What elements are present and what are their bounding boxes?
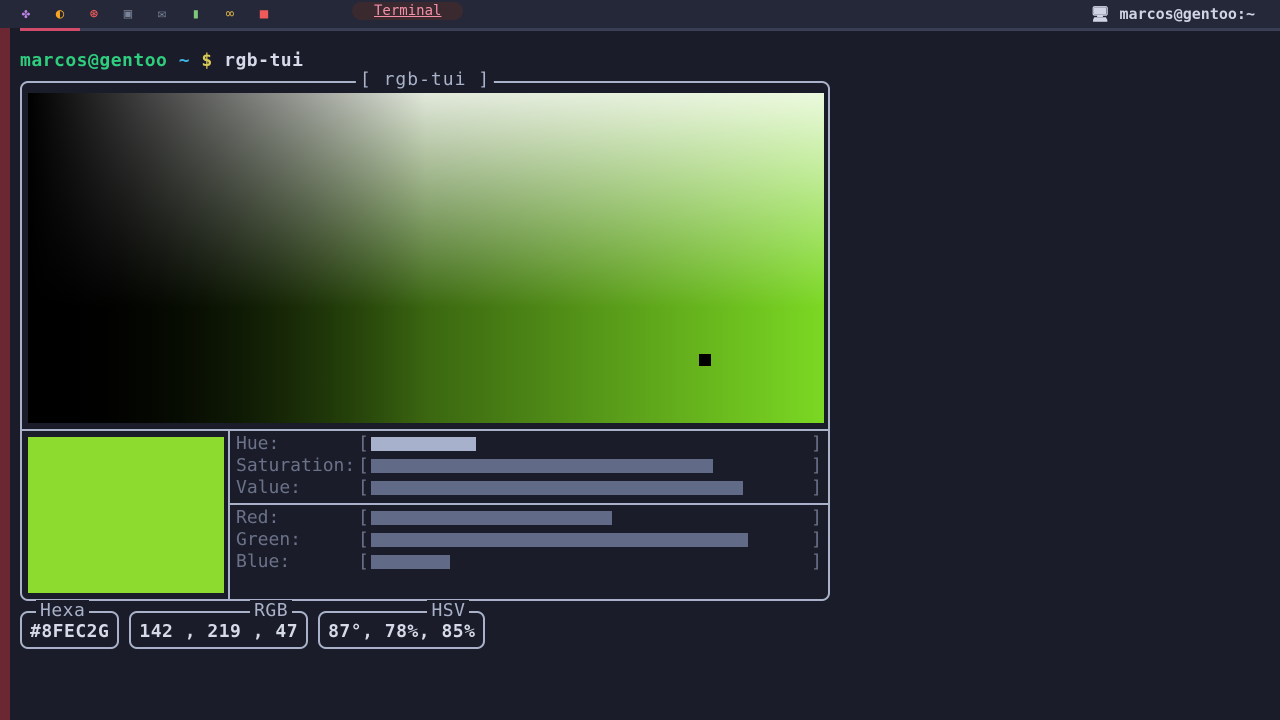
- taskbar-active-window[interactable]: Terminal: [352, 2, 463, 20]
- window-title-text: marcos@gentoo:~: [1120, 5, 1255, 23]
- slider-track[interactable]: [371, 531, 809, 549]
- slider-fill: [371, 533, 748, 547]
- prompt-path: ~: [179, 50, 190, 71]
- bracket-open: [: [358, 551, 369, 573]
- bracket-close: ]: [811, 529, 822, 551]
- bracket-open: [: [358, 433, 369, 455]
- slider-label: Saturation:: [236, 455, 358, 477]
- slider-label: Hue:: [236, 433, 358, 455]
- slider-fill: [371, 459, 713, 473]
- rgb-title: RGB: [250, 600, 292, 622]
- hsv-value: 87°, 78%, 85%: [328, 621, 475, 642]
- slider-track[interactable]: [371, 435, 809, 453]
- shell-prompt-line: marcos@gentoo ~ $ rgb-tui: [12, 36, 1278, 77]
- slider-row[interactable]: Saturation:[]: [236, 455, 822, 477]
- bracket-open: [: [358, 455, 369, 477]
- desktop-taskbar: ✤ ◐ ⊛ ▣ ✉ ▮ ∞ ■ Terminal 🖥 marcos@gentoo…: [0, 0, 1280, 28]
- slider-track[interactable]: [371, 479, 809, 497]
- color-field-wrap: [22, 83, 828, 429]
- mail-icon[interactable]: ✉: [154, 6, 170, 22]
- hsv-slider-group: Hue:[]Saturation:[]Value:[]: [230, 431, 828, 503]
- rgb-tui-frame: [ rgb-tui ] Hue:[]Saturation:[]Value:[] …: [20, 81, 830, 601]
- output-boxes: Hexa #8FEC2G RGB 142 , 219 , 47 HSV 87°,…: [20, 611, 1270, 649]
- gentoo-icon[interactable]: ✤: [18, 6, 34, 22]
- display-icon: 🖥: [1090, 5, 1109, 23]
- slider-fill: [371, 437, 476, 451]
- hexa-value: #8FEC2G: [30, 621, 109, 642]
- prompt-command: rgb-tui: [224, 50, 303, 71]
- bracket-open: [: [358, 529, 369, 551]
- tab-underline: [20, 28, 1280, 31]
- slider-fill: [371, 555, 450, 569]
- slider-fill: [371, 511, 612, 525]
- slider-row[interactable]: Green:[]: [236, 529, 822, 551]
- color-field-cursor[interactable]: [699, 354, 711, 366]
- rgb-output[interactable]: RGB 142 , 219 , 47: [129, 611, 308, 649]
- firefox-icon[interactable]: ◐: [52, 6, 68, 22]
- taskbar-icons: ✤ ◐ ⊛ ▣ ✉ ▮ ∞ ■: [18, 6, 272, 22]
- slider-label: Green:: [236, 529, 358, 551]
- slider-row[interactable]: Blue:[]: [236, 551, 822, 573]
- slider-label: Blue:: [236, 551, 358, 573]
- slider-row[interactable]: Hue:[]: [236, 433, 822, 455]
- taskbar-window-title: 🖥 marcos@gentoo:~: [1090, 0, 1255, 28]
- terminal-pane[interactable]: marcos@gentoo ~ $ rgb-tui [ rgb-tui ] Hu…: [0, 28, 1280, 720]
- swatch-box: [22, 431, 230, 599]
- record-icon[interactable]: ■: [256, 6, 272, 22]
- folder-icon[interactable]: ▮: [188, 6, 204, 22]
- slider-row[interactable]: Red:[]: [236, 507, 822, 529]
- slider-label: Red:: [236, 507, 358, 529]
- bracket-close: ]: [811, 477, 822, 499]
- monitor-icon[interactable]: ▣: [120, 6, 136, 22]
- bracket-close: ]: [811, 507, 822, 529]
- bracket-close: ]: [811, 433, 822, 455]
- gamepad-icon[interactable]: ∞: [222, 6, 238, 22]
- slider-label: Value:: [236, 477, 358, 499]
- bracket-open: [: [358, 477, 369, 499]
- prompt-symbol: $: [201, 50, 212, 71]
- bracket-close: ]: [811, 551, 822, 573]
- ubuntu-icon[interactable]: ⊛: [86, 6, 102, 22]
- prompt-user-host: marcos@gentoo: [20, 50, 167, 71]
- tui-lower: Hue:[]Saturation:[]Value:[] Red:[]Green:…: [22, 429, 828, 599]
- bracket-open: [: [358, 507, 369, 529]
- hexa-title: Hexa: [36, 600, 89, 622]
- rgb-slider-group: Red:[]Green:[]Blue:[]: [230, 503, 828, 577]
- hexa-output[interactable]: Hexa #8FEC2G: [20, 611, 119, 649]
- slider-track[interactable]: [371, 509, 809, 527]
- slider-fill: [371, 481, 744, 495]
- slider-track[interactable]: [371, 553, 809, 571]
- color-swatch: [28, 437, 224, 593]
- bracket-close: ]: [811, 455, 822, 477]
- rgb-value: 142 , 219 , 47: [139, 621, 298, 642]
- color-field[interactable]: [28, 93, 824, 423]
- hsv-title: HSV: [427, 600, 469, 622]
- tui-title: [ rgb-tui ]: [356, 69, 494, 90]
- slider-row[interactable]: Value:[]: [236, 477, 822, 499]
- sliders-panel: Hue:[]Saturation:[]Value:[] Red:[]Green:…: [230, 431, 828, 599]
- hsv-output[interactable]: HSV 87°, 78%, 85%: [318, 611, 485, 649]
- slider-track[interactable]: [371, 457, 809, 475]
